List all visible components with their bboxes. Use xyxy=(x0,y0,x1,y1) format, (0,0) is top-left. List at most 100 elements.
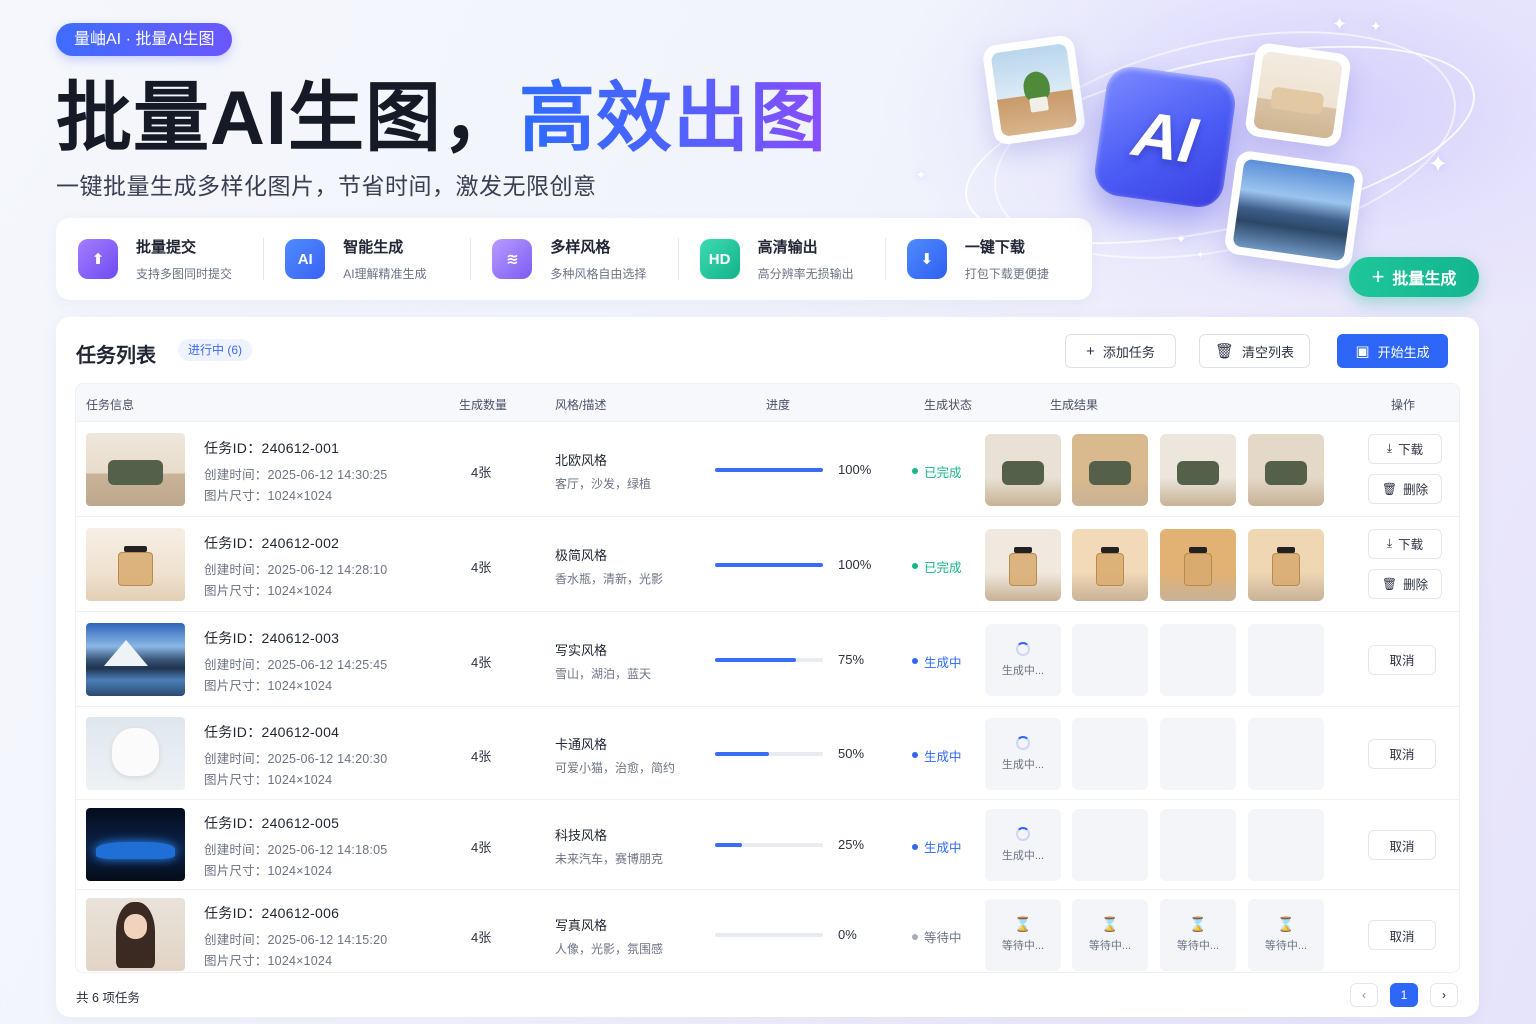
col-progress: 进度 xyxy=(766,398,791,412)
feature-title: 多样风格 xyxy=(550,239,611,256)
task-size: 图片尺寸：1024×1024 xyxy=(204,488,333,503)
result-empty xyxy=(1160,717,1236,790)
feature-item: HD 高清输出 高分辨率无损输出 xyxy=(677,218,885,300)
task-style: 写真风格 人像，光影，氛围感 xyxy=(555,915,663,957)
task-thumbnail xyxy=(86,527,185,601)
result-generating: 生成中... xyxy=(985,623,1061,696)
task-info: 任务ID：240612-003 创建时间：2025-06-12 14:25:45 图… xyxy=(204,628,387,697)
task-info: 任务ID：240612-006 创建时间：2025-06-12 14:15:20 图… xyxy=(204,903,387,972)
task-style: 卡通风格 可爱小猫，治愈，简约 xyxy=(555,734,675,776)
status-badge: 等待中 xyxy=(912,927,962,946)
task-panel: 任务列表 进行中 (6) + 添加任务 🗑 清空列表 ▣ 开始生成 任务信息 生… xyxy=(56,317,1479,1017)
status-badge: 已完成 xyxy=(912,462,962,481)
layers-icon: ≋ xyxy=(492,239,533,279)
style-name: 北欧风格 xyxy=(555,452,608,468)
result-image[interactable] xyxy=(1160,528,1236,601)
status-dot xyxy=(912,843,918,850)
hourglass-icon: ⌛ xyxy=(1101,916,1119,932)
pagination-prev-button[interactable]: ‹ xyxy=(1350,983,1378,1007)
feature-text: 批量提交 支持多图同时提交 xyxy=(136,236,232,282)
loading-spinner-icon xyxy=(1016,735,1030,750)
feature-text: 智能生成 AI理解精准生成 xyxy=(343,236,426,282)
hd-icon: HD xyxy=(699,239,740,279)
hero-photo-mountain xyxy=(1223,149,1365,271)
result-waiting: ⌛ 等待中... xyxy=(1248,899,1324,971)
progress-percent: 75% xyxy=(838,651,865,667)
feature-item: ⬆ 批量提交 支持多图同时提交 xyxy=(56,218,263,300)
task-quantity: 4张 xyxy=(471,840,492,855)
result-image[interactable] xyxy=(1248,528,1324,601)
progress-percent: 25% xyxy=(838,837,865,852)
feature-title: 高清输出 xyxy=(757,239,818,256)
feature-text: 高清输出 高分辨率无损输出 xyxy=(758,236,854,282)
task-id: 任务ID：240612-006 xyxy=(204,905,340,921)
table-row: 任务ID：240612-002 创建时间：2025-06-12 14:28:10 图… xyxy=(76,517,1459,612)
progress-bar xyxy=(715,467,823,472)
download-button[interactable]: ⤓ 下载 xyxy=(1368,433,1442,464)
task-size: 图片尺寸：1024×1024 xyxy=(204,583,333,598)
sparkle-icon: ✦ xyxy=(1428,151,1449,178)
result-image[interactable] xyxy=(1072,528,1148,601)
product-tag: 量岫AI · 批量AI生图 xyxy=(56,23,233,56)
task-thumbnail xyxy=(86,898,185,971)
progress-fill xyxy=(715,751,769,756)
table-row: 任务ID：240612-003 创建时间：2025-06-12 14:25:45 图… xyxy=(76,612,1459,707)
pagination-page-1[interactable]: 1 xyxy=(1390,983,1418,1007)
status-dot xyxy=(912,752,918,758)
style-desc: 未来汽车，赛博朋克 xyxy=(555,852,664,866)
cancel-button[interactable]: 取消 xyxy=(1368,830,1436,860)
progress-percent: 100% xyxy=(838,461,872,477)
add-task-button[interactable]: + 添加任务 xyxy=(1065,334,1176,368)
result-empty xyxy=(1248,809,1324,881)
task-style: 极简风格 香水瓶，清新，光影 xyxy=(555,545,663,587)
pagination-next-button[interactable]: › xyxy=(1430,983,1458,1007)
progress-fill xyxy=(715,657,796,662)
task-quantity: 4张 xyxy=(471,559,492,575)
progress-bar xyxy=(715,933,823,937)
clear-list-button[interactable]: 🗑 清空列表 xyxy=(1199,334,1310,368)
result-image[interactable] xyxy=(1248,433,1324,506)
table-header: 任务信息 生成数量 风格/描述 进度 生成状态 生成结果 操作 xyxy=(76,384,1459,422)
trash-icon: 🗑 xyxy=(1214,342,1235,360)
plus-icon: + xyxy=(1086,342,1095,360)
task-style: 北欧风格客厅，沙发，绿植 xyxy=(555,450,651,492)
feature-title: 智能生成 xyxy=(343,239,404,256)
result-image[interactable] xyxy=(1160,433,1236,506)
cancel-button[interactable]: 取消 xyxy=(1368,644,1436,675)
style-desc: 客厅，沙发，绿植 xyxy=(555,476,652,491)
result-generating: 生成中... xyxy=(985,717,1061,790)
progress-fill xyxy=(715,843,742,847)
result-image[interactable] xyxy=(985,433,1061,506)
batch-generate-button[interactable]: + 批量生成 xyxy=(1349,257,1479,297)
start-generate-button[interactable]: ▣ 开始生成 xyxy=(1337,334,1448,368)
style-name: 极简风格 xyxy=(555,547,608,563)
result-image[interactable] xyxy=(985,528,1061,601)
task-id: 任务ID：240612-001 xyxy=(204,439,340,456)
style-desc: 可爱小猫，治愈，简约 xyxy=(555,760,676,775)
col-style: 风格/描述 xyxy=(555,398,607,412)
result-generating: 生成中... xyxy=(985,809,1061,881)
cancel-button[interactable]: 取消 xyxy=(1368,920,1436,950)
delete-button[interactable]: 🗑 删除 xyxy=(1368,473,1442,504)
style-name: 写真风格 xyxy=(555,918,608,933)
col-task-info: 任务信息 xyxy=(86,398,135,412)
result-image[interactable] xyxy=(1072,433,1148,506)
download-button[interactable]: ⤓ 下载 xyxy=(1368,528,1442,559)
status-badge: 生成中 xyxy=(912,652,962,671)
task-created: 创建时间：2025-06-12 14:15:20 xyxy=(204,933,388,947)
style-name: 科技风格 xyxy=(555,828,608,843)
result-empty xyxy=(1072,717,1148,790)
task-info: 任务ID：240612-001 创建时间：2025-06-12 14:30:25 图… xyxy=(204,438,387,507)
task-table: 任务信息 生成数量 风格/描述 进度 生成状态 生成结果 操作 任务ID：240… xyxy=(75,383,1460,973)
hero-title-main: 批量AI生图， xyxy=(56,76,519,161)
task-thumbnail xyxy=(86,622,185,696)
result-empty xyxy=(1072,809,1148,881)
delete-button[interactable]: 🗑 删除 xyxy=(1368,568,1442,599)
hourglass-icon: ⌛ xyxy=(1189,916,1207,932)
task-info: 任务ID：240612-005 创建时间：2025-06-12 14:18:05 图… xyxy=(204,813,387,882)
hero-photo-sofa xyxy=(1243,41,1353,149)
task-quantity: 4张 xyxy=(471,930,492,945)
status-badge: 已完成 xyxy=(912,557,962,576)
cancel-button[interactable]: 取消 xyxy=(1368,738,1436,769)
hero-title-highlight: 高效出图 xyxy=(519,76,827,161)
